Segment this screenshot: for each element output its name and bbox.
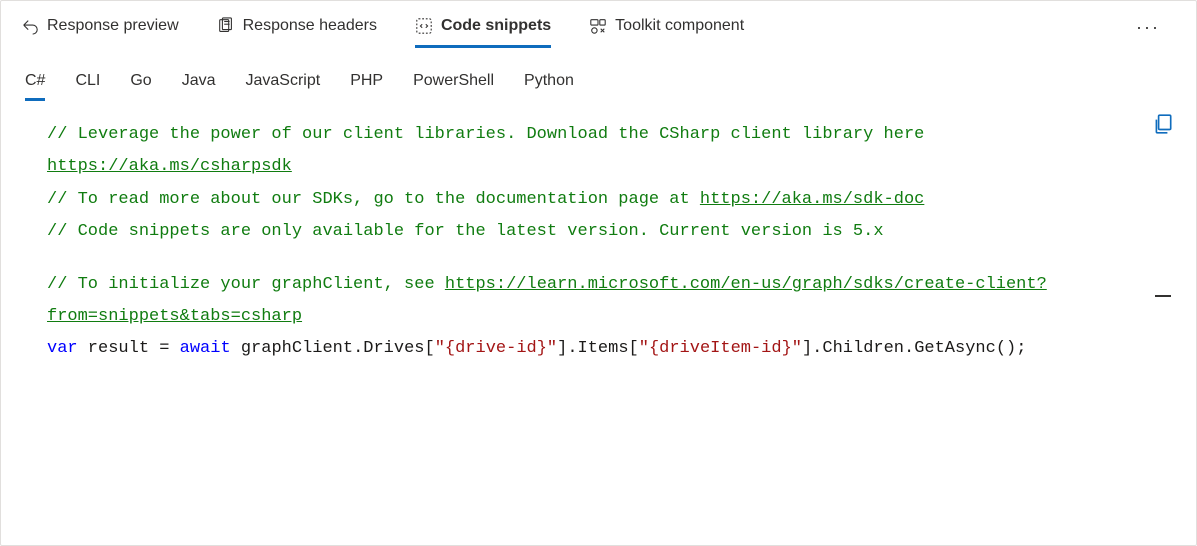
- lang-tab-powershell[interactable]: PowerShell: [413, 66, 494, 101]
- code-snippets-icon: [415, 17, 433, 35]
- response-panel: Response preview Response headers Code s…: [0, 0, 1197, 546]
- tab-label: Toolkit component: [615, 17, 744, 35]
- link-sdk-doc[interactable]: https://aka.ms/sdk-doc: [700, 190, 924, 209]
- copy-button[interactable]: [1152, 113, 1174, 135]
- code-comment: // Leverage the power of our client libr…: [47, 125, 924, 144]
- toolkit-icon: [589, 17, 607, 35]
- code-comment: // To initialize your graphClient, see: [47, 275, 445, 294]
- lang-tab-javascript[interactable]: JavaScript: [246, 66, 321, 101]
- collapse-button[interactable]: [1152, 285, 1174, 307]
- tab-response-preview[interactable]: Response preview: [21, 7, 179, 48]
- tab-label: Code snippets: [441, 17, 551, 35]
- lang-tab-cli[interactable]: CLI: [75, 66, 100, 101]
- side-controls: [1152, 113, 1174, 307]
- lang-tab-go[interactable]: Go: [130, 66, 151, 101]
- code-snippet-area: // Leverage the power of our client libr…: [1, 101, 1196, 545]
- tab-label: Response headers: [243, 17, 377, 35]
- lang-tab-java[interactable]: Java: [182, 66, 216, 101]
- code-comment: // To read more about our SDKs, go to th…: [47, 190, 700, 209]
- main-tabs: Response preview Response headers Code s…: [1, 1, 1196, 48]
- language-tabs: C# CLI Go Java JavaScript PHP PowerShell…: [1, 48, 1196, 101]
- tab-code-snippets[interactable]: Code snippets: [415, 7, 551, 48]
- code-comment: // Code snippets are only available for …: [47, 222, 884, 241]
- code-line: var result = await graphClient.Drives["{…: [47, 333, 1168, 365]
- lang-tab-php[interactable]: PHP: [350, 66, 383, 101]
- link-csharpsdk[interactable]: https://aka.ms/csharpsdk: [47, 157, 292, 176]
- undo-icon: [21, 17, 39, 35]
- tab-label: Response preview: [47, 17, 179, 35]
- overflow-menu-button[interactable]: ···: [1128, 9, 1168, 46]
- headers-icon: [217, 17, 235, 35]
- lang-tab-python[interactable]: Python: [524, 66, 574, 101]
- lang-tab-csharp[interactable]: C#: [25, 66, 45, 101]
- tab-toolkit-component[interactable]: Toolkit component: [589, 7, 744, 48]
- tab-response-headers[interactable]: Response headers: [217, 7, 377, 48]
